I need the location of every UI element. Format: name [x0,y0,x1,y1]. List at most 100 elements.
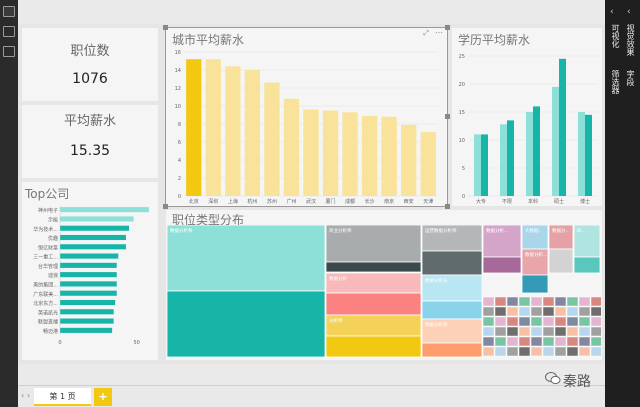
treemap-cell [325,261,422,273]
kpi-jobs-value: 1076 [72,71,108,87]
treemap-small-cell [566,296,579,307]
kpi-salary-title: 平均薪水 [63,114,116,129]
top-company-card[interactable]: Top公司 神州电子 示能 华为技术... 优趣 恒亿财富 三一重工... 台华管理 迪浪 美的… [22,182,158,360]
kpi-jobs-card[interactable]: 职位数 1076 [22,28,158,101]
collapse-fields-icon[interactable]: ‹ [627,7,631,17]
edu-x-tick-label: 不限 [502,198,512,205]
report-view-icon[interactable] [3,6,15,17]
treemap-small-cell [590,326,601,337]
resize-handle-br[interactable] [445,204,450,209]
treemap-cell-label: BI... [577,228,586,234]
treemap-small-cell [578,346,591,357]
edu-x-tick-label: 硕士 [554,198,564,205]
treemap-small-cell [590,346,601,357]
treemap-small-cell [506,306,519,317]
treemap-small-cell [590,296,601,307]
edu-bar [474,134,481,196]
left-nav [0,0,18,407]
treemap-small-cell [482,336,495,347]
report-canvas: 职位数 1076 平均薪水 15.35 Top公司 神州电子 示能 华为技术... 优… [18,24,605,364]
company-category-label: 美的集团... [33,281,58,288]
company-bar [60,234,126,241]
treemap-small-cell [578,336,591,347]
resize-handle-tl[interactable] [163,25,168,30]
page-bar: ‹ › 第 1 页 + [18,385,605,407]
treemap-small-cell [554,326,567,337]
company-category-label: 英诺凯光 [38,309,58,316]
data-view-icon[interactable] [3,26,15,37]
treemap-small-cell [494,316,507,327]
treemap-small-cell [482,296,495,307]
wechat-logo-icon [545,372,561,385]
treemap-small-cell [482,326,495,337]
selection-frame [165,27,448,207]
treemap-cell [573,256,601,274]
job-type-treemap: 数据分析师 商业分析师数据分析分析师运营数据分析师数据分析员数据分析师数据分析..… [167,225,601,358]
page-tab-1[interactable]: 第 1 页 [34,388,91,406]
treemap-cell [421,342,483,358]
treemap-small-cell [566,306,579,317]
treemap-small-cell [518,316,531,327]
treemap-small-cell [506,326,519,337]
add-page-button[interactable]: + [94,388,112,406]
panel-format-label[interactable]: 视觉效果 [625,24,636,56]
company-bar [60,318,114,324]
treemap-small-cell [554,316,567,327]
treemap-small-cell [530,306,543,317]
company-bar [60,216,134,222]
prev-page-icon[interactable]: ‹ [21,391,24,400]
treemap-small-cell [590,316,601,327]
treemap-small-cell [518,306,531,317]
treemap-small-cell [566,326,579,337]
treemap-small-cell [554,346,567,357]
edu-bar [526,112,533,196]
treemap-small-cell [494,346,507,357]
treemap-small-cell [494,306,507,317]
edu-bar [500,124,507,196]
edu-salary-chart: 0 5 10 15 20 25 大专 不限 本科 硕士 博士 [459,54,598,205]
treemap-cell [421,250,483,276]
company-bar [60,253,119,259]
edu-bar [559,58,566,196]
collapse-viz-icon[interactable]: ‹ [610,7,614,17]
treemap-small-cell [554,296,567,307]
kpi-jobs-title: 职位数 [70,44,110,59]
company-x-tick-label: 0 [58,340,61,346]
edu-y-tick-label: 25 [459,54,465,60]
panel-filters-label[interactable]: 筛选器 [610,70,621,94]
job-type-card[interactable]: 职位类型分布 数据分析师 商业分析师 数据分析 分析师 运营数据分析师 数据分析员 数据分析… [166,210,602,360]
treemap-small-cell [542,326,555,337]
edu-y-tick-label: 15 [459,110,465,116]
treemap-small-cell [506,316,519,327]
treemap-small-cell [530,316,543,327]
resize-handle-tr[interactable] [445,25,450,30]
company-category-label: 联盟直播 [38,319,58,326]
company-category-label: 恒亿财富 [38,244,58,251]
resize-handle-right[interactable] [445,114,450,119]
company-category-label: 北京东方... [33,300,58,307]
resize-handle-bl[interactable] [163,204,168,209]
relationship-view-icon[interactable] [3,46,15,57]
top-bar [0,0,640,24]
kpi-salary-card[interactable]: 平均薪水 15.35 [22,105,158,178]
treemap-small-cell [578,306,591,317]
treemap-small-cell [530,336,543,347]
treemap-small-cell [542,336,555,347]
treemap-small-cell [542,346,555,357]
panel-visualizations-label[interactable]: 可视化 [610,24,621,48]
panel-fields-label[interactable]: 字段 [625,70,636,86]
treemap-small-cell [554,306,567,317]
treemap-cell-label: 分析师 [329,317,343,324]
treemap-cell [167,225,326,292]
treemap-small-cell [542,316,555,327]
edu-salary-title: 学历平均薪水 [458,33,531,47]
edu-salary-card[interactable]: 学历平均薪水 0 5 10 15 20 25 大专 不限 本科 硕士 博士 [452,28,602,206]
edu-y-tick-label: 20 [459,82,465,88]
treemap-small-cell [530,346,543,357]
treemap-small-cell [518,336,531,347]
next-page-icon[interactable]: › [27,391,30,400]
treemap-cell [325,292,422,316]
treemap-small-cell [578,296,591,307]
edu-x-tick-label: 博士 [580,198,590,205]
treemap-small-cell [518,296,531,307]
